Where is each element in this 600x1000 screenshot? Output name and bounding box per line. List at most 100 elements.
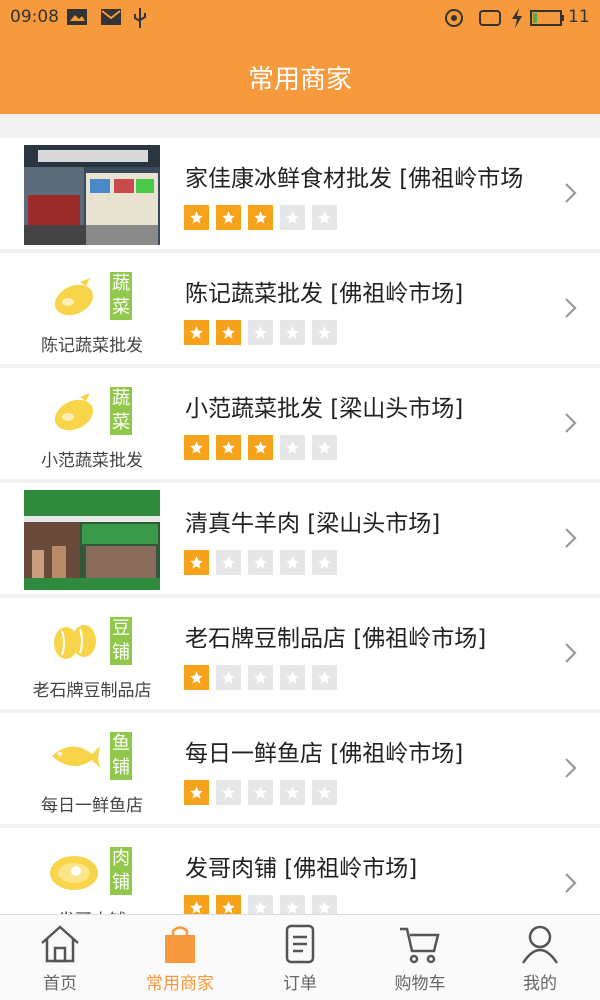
chevron-right-icon[interactable] bbox=[564, 527, 578, 553]
star-filled-icon bbox=[216, 320, 241, 345]
eggplant-icon bbox=[54, 393, 94, 431]
star-empty-icon bbox=[280, 550, 305, 575]
star-empty-icon bbox=[216, 780, 241, 805]
tab-label: 我的 bbox=[523, 974, 557, 994]
star-empty-icon bbox=[248, 665, 273, 690]
star-empty-icon bbox=[312, 205, 337, 230]
usb-icon bbox=[134, 8, 146, 28]
star-empty-icon bbox=[312, 320, 337, 345]
merchant-name: 小范蔬菜批发 [梁山头市场] bbox=[185, 396, 464, 422]
star-empty-icon bbox=[280, 435, 305, 460]
star-rating bbox=[184, 665, 337, 690]
list-item[interactable]: 清真牛羊肉 [梁山头市场] bbox=[0, 483, 600, 594]
chevron-right-icon[interactable] bbox=[564, 757, 578, 783]
merchant-name: 陈记蔬菜批发 [佛祖岭市场] bbox=[185, 281, 464, 307]
star-rating bbox=[184, 320, 337, 345]
star-empty-icon bbox=[280, 780, 305, 805]
tab-home[interactable]: 首页 bbox=[0, 915, 120, 1000]
status-time: 09:08 bbox=[10, 7, 59, 27]
list-item[interactable]: 家佳康冰鲜食材批发 [佛祖岭市场 bbox=[0, 138, 600, 249]
chevron-right-icon[interactable] bbox=[564, 642, 578, 668]
app-header: 常用商家 bbox=[0, 36, 600, 114]
chevron-right-icon[interactable] bbox=[564, 297, 578, 323]
tab-label: 常用商家 bbox=[146, 974, 214, 994]
category-tag: 蔬菜 bbox=[110, 272, 132, 320]
tab-order[interactable]: 订单 bbox=[240, 915, 360, 1000]
app-notification-icon bbox=[445, 9, 463, 27]
star-empty-icon bbox=[248, 550, 273, 575]
bag-icon bbox=[158, 923, 202, 969]
star-filled-icon bbox=[184, 665, 209, 690]
logo-text: 陈记蔬菜批发 bbox=[41, 336, 143, 356]
star-empty-icon bbox=[312, 550, 337, 575]
star-filled-icon bbox=[184, 435, 209, 460]
mail-notification-icon bbox=[101, 9, 121, 25]
star-filled-icon bbox=[216, 895, 241, 914]
category-tag: 蔬菜 bbox=[110, 387, 132, 435]
star-rating bbox=[184, 205, 337, 230]
list-item[interactable]: 蔬菜 陈记蔬菜批发 陈记蔬菜批发 [佛祖岭市场] bbox=[0, 253, 600, 364]
logo-text: 每日一鲜鱼店 bbox=[41, 796, 143, 816]
merchant-thumbnail: 肉铺发哥肉铺 bbox=[24, 835, 160, 914]
order-icon bbox=[278, 923, 322, 969]
category-tag: 豆铺 bbox=[110, 617, 132, 665]
fish-icon bbox=[52, 746, 100, 768]
list-item[interactable]: 豆铺 老石牌豆制品店 老石牌豆制品店 [佛祖岭市场] bbox=[0, 598, 600, 709]
list-item[interactable]: 鱼铺 每日一鲜鱼店 每日一鲜鱼店 [佛祖岭市场] bbox=[0, 713, 600, 824]
bean-icon bbox=[54, 625, 96, 659]
category-tag: 鱼铺 bbox=[110, 732, 132, 780]
merchant-name: 清真牛羊肉 [梁山头市场] bbox=[185, 511, 441, 537]
chevron-right-icon[interactable] bbox=[564, 412, 578, 438]
star-empty-icon bbox=[216, 665, 241, 690]
eggplant-icon bbox=[54, 278, 94, 316]
star-filled-icon bbox=[216, 435, 241, 460]
star-empty-icon bbox=[248, 895, 273, 914]
star-rating bbox=[184, 435, 337, 460]
tab-user[interactable]: 我的 bbox=[480, 915, 600, 1000]
logo-text: 老石牌豆制品店 bbox=[32, 681, 152, 701]
tab-label: 首页 bbox=[43, 974, 77, 994]
chevron-right-icon[interactable] bbox=[564, 182, 578, 208]
star-filled-icon bbox=[216, 205, 241, 230]
merchant-name: 家佳康冰鲜食材批发 [佛祖岭市场 bbox=[185, 166, 524, 192]
list-item[interactable]: 肉铺发哥肉铺发哥肉铺 [佛祖岭市场] bbox=[0, 828, 600, 914]
category-tag: 肉铺 bbox=[110, 847, 132, 895]
battery-icon bbox=[530, 10, 564, 26]
star-rating bbox=[184, 895, 337, 914]
star-filled-icon bbox=[248, 435, 273, 460]
star-empty-icon bbox=[280, 205, 305, 230]
status-bar: 09:08 11 bbox=[0, 0, 600, 36]
merchant-list[interactable]: 家佳康冰鲜食材批发 [佛祖岭市场 蔬菜 陈记蔬菜批发 陈记蔬菜批发 [佛祖岭市场] 蔬菜… bbox=[0, 114, 600, 914]
star-empty-icon bbox=[312, 665, 337, 690]
cart-icon bbox=[398, 923, 442, 969]
merchant-name: 每日一鲜鱼店 [佛祖岭市场] bbox=[185, 741, 464, 767]
logo-text: 发哥肉铺 bbox=[24, 906, 160, 914]
meat-icon bbox=[50, 856, 98, 890]
star-filled-icon bbox=[184, 205, 209, 230]
star-empty-icon bbox=[248, 780, 273, 805]
star-empty-icon bbox=[312, 780, 337, 805]
star-empty-icon bbox=[280, 895, 305, 914]
list-top-gap bbox=[0, 114, 600, 138]
user-icon bbox=[518, 923, 562, 969]
star-filled-icon bbox=[248, 205, 273, 230]
chevron-right-icon[interactable] bbox=[564, 872, 578, 898]
list-item[interactable]: 蔬菜 小范蔬菜批发 小范蔬菜批发 [梁山头市场] bbox=[0, 368, 600, 479]
tab-cart[interactable]: 购物车 bbox=[360, 915, 480, 1000]
battery-level: 11 bbox=[568, 7, 590, 27]
star-filled-icon bbox=[184, 895, 209, 914]
star-empty-icon bbox=[248, 320, 273, 345]
star-rating bbox=[184, 780, 337, 805]
merchant-thumbnail: 蔬菜陈记蔬菜批发 bbox=[24, 260, 160, 360]
star-empty-icon bbox=[280, 320, 305, 345]
star-empty-icon bbox=[280, 665, 305, 690]
screen-rotation-icon bbox=[479, 10, 501, 26]
merchant-name: 发哥肉铺 [佛祖岭市场] bbox=[185, 856, 418, 882]
merchant-thumbnail: 蔬菜 小范蔬菜批发 bbox=[24, 375, 160, 475]
star-empty-icon bbox=[312, 435, 337, 460]
merchant-thumbnail: 鱼铺每日一鲜鱼店 bbox=[24, 720, 160, 820]
star-filled-icon bbox=[184, 320, 209, 345]
star-filled-icon bbox=[184, 780, 209, 805]
merchant-thumbnail: 豆铺老石牌豆制品店 bbox=[24, 605, 160, 705]
tab-bag[interactable]: 常用商家 bbox=[120, 915, 240, 1000]
